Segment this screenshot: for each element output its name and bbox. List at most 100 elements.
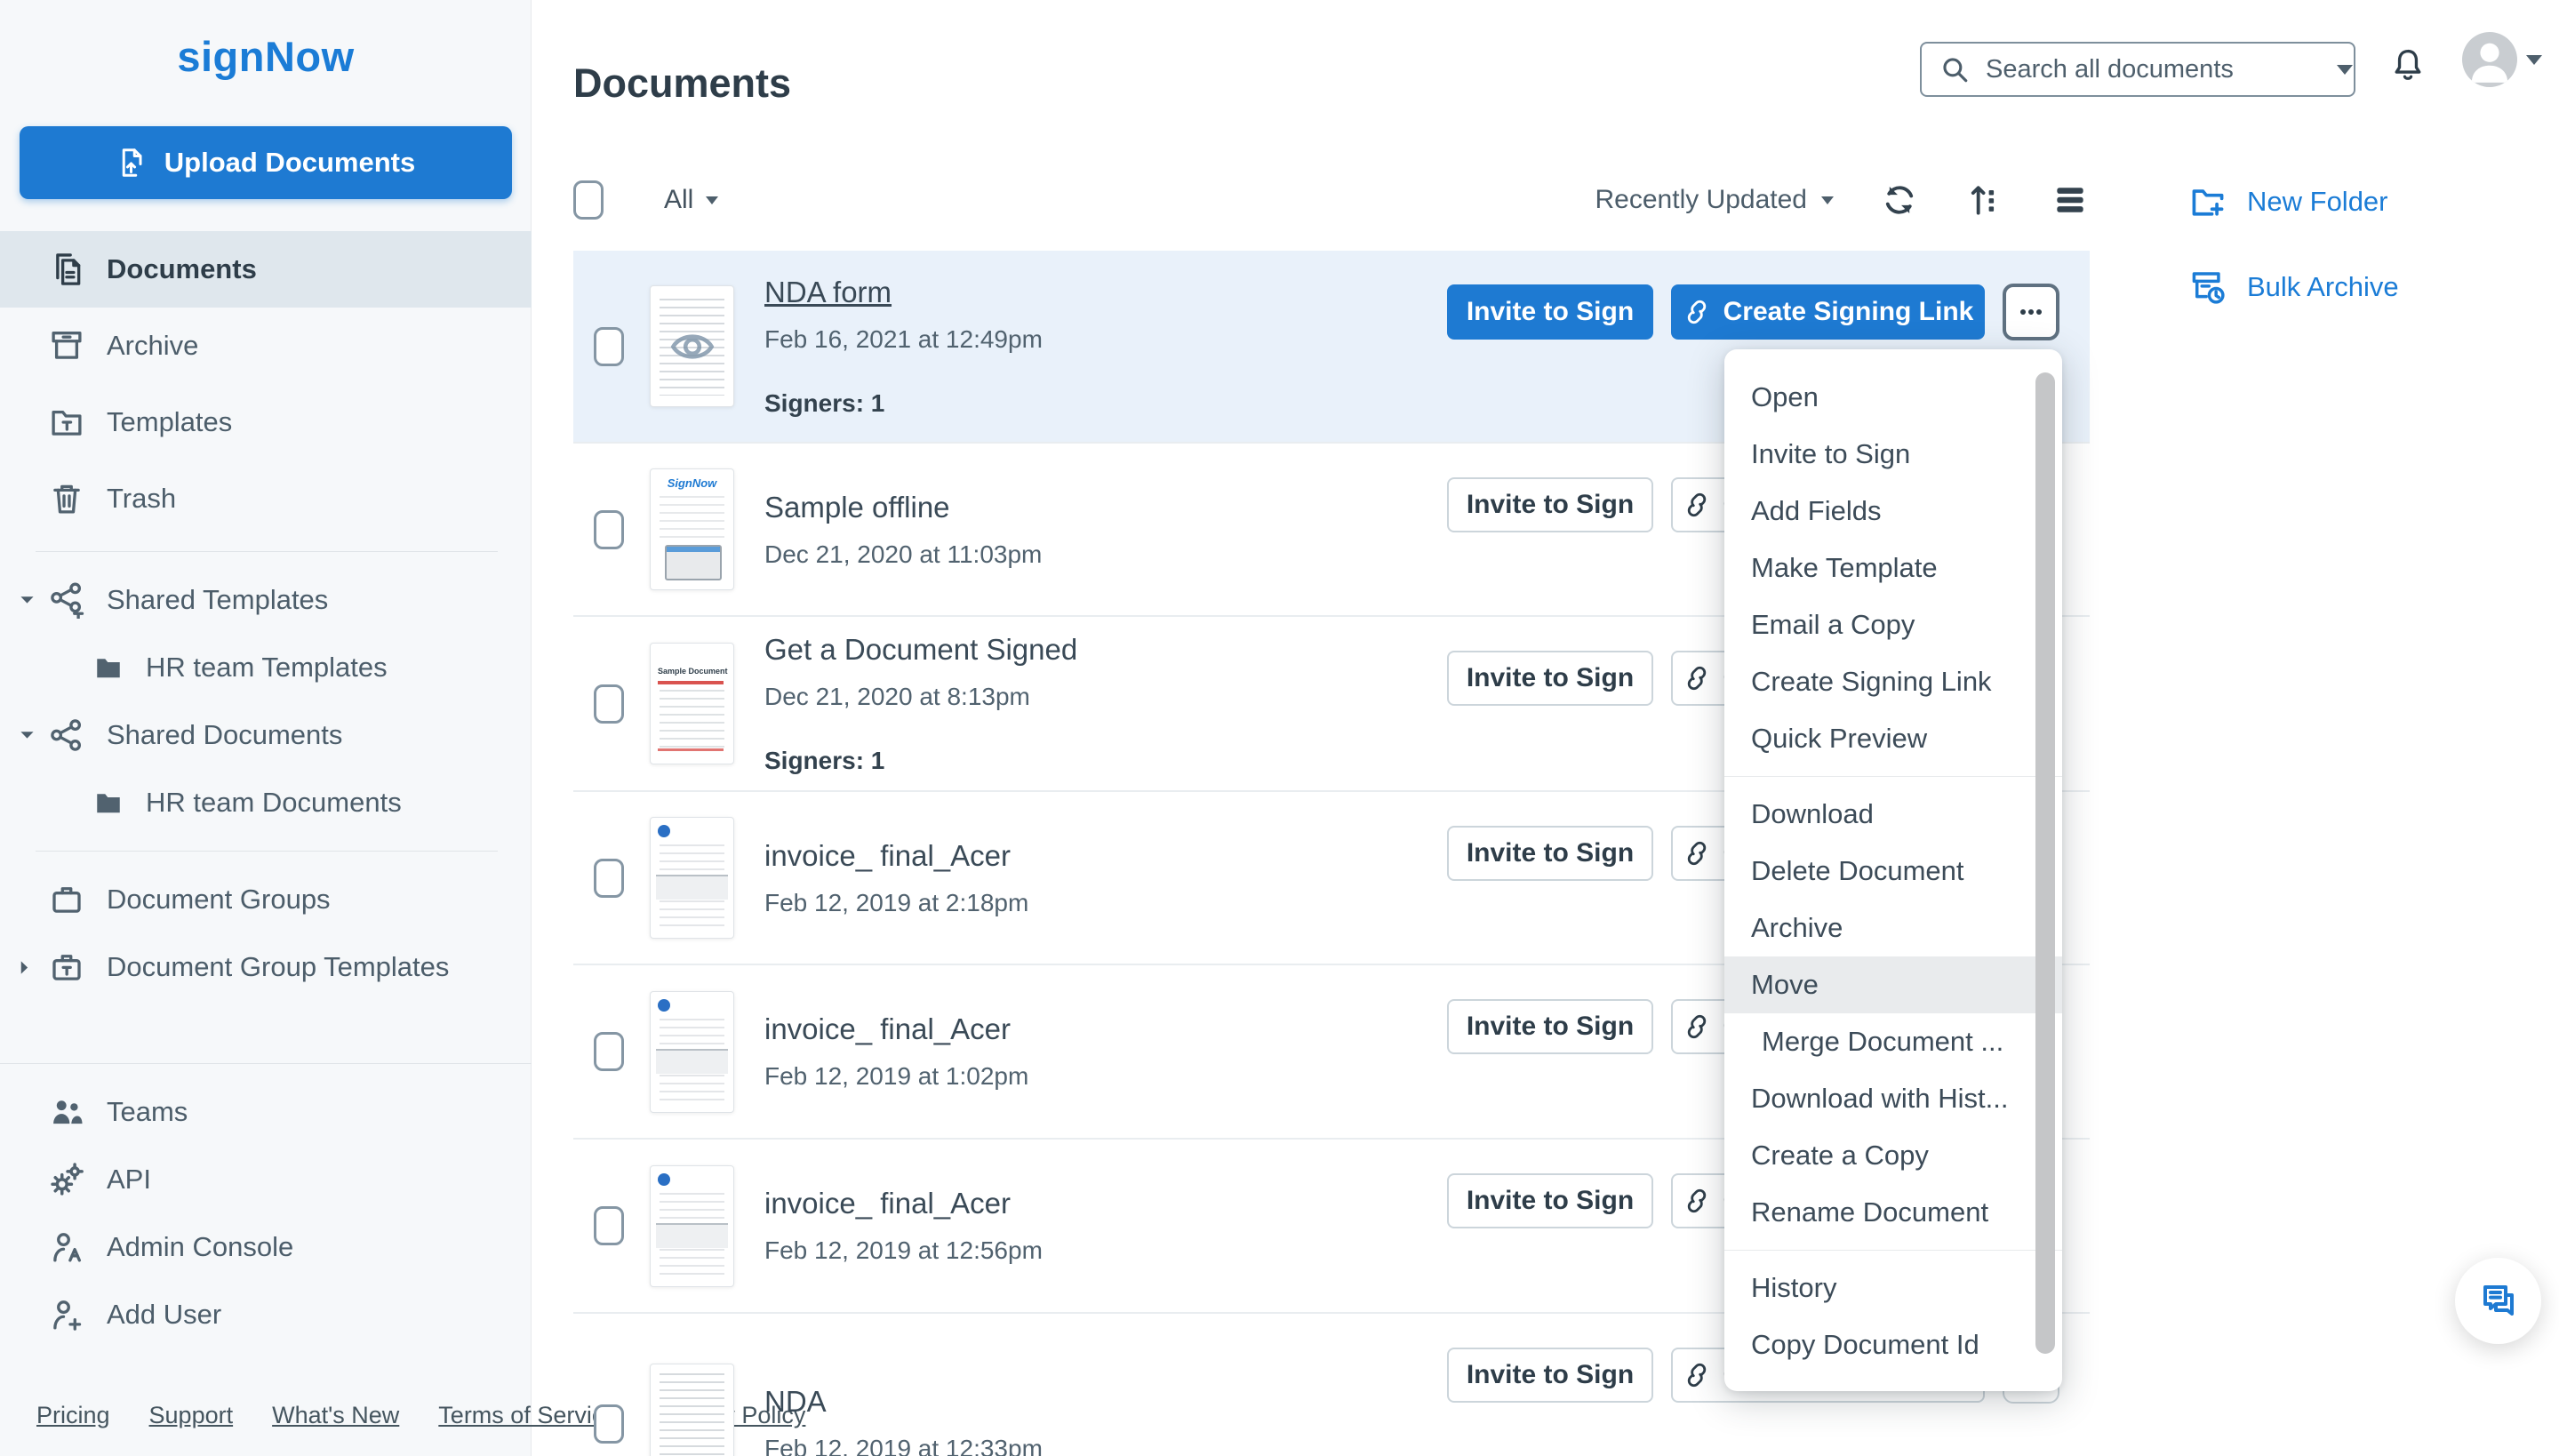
footer-link-support[interactable]: Support [149,1402,234,1428]
new-folder-button[interactable]: New Folder [2188,182,2399,221]
menu-item-open[interactable]: Open [1724,369,2062,426]
menu-item-merge-document-[interactable]: Merge Document ... [1724,1013,2062,1070]
refresh-icon[interactable] [1880,180,1919,220]
caret-right-icon[interactable] [20,960,30,975]
document-info: invoice_ final_Acer Feb 12, 2019 at 1:02… [764,1012,1028,1091]
context-menu-scrollbar[interactable] [2035,372,2055,1354]
more-actions-button[interactable] [2003,284,2059,340]
sidebar-item-label: HR team Templates [146,652,388,684]
invite-to-sign-button[interactable]: Invite to Sign [1447,651,1653,706]
sidebar-item-shared-templates[interactable]: Shared Templates [0,566,532,634]
sidebar-divider [36,851,498,852]
sidebar-item-archive[interactable]: Archive [0,308,532,384]
list-view-icon[interactable] [2051,180,2090,220]
menu-item-rename-document[interactable]: Rename Document [1724,1184,2062,1241]
sidebar-item-hr-team-templates[interactable]: HR team Templates [0,634,532,701]
document-thumbnail[interactable] [650,1364,734,1456]
sidebar-item-add-user[interactable]: Add User [0,1281,532,1348]
document-title-link[interactable]: invoice_ final_Acer [764,839,1011,872]
document-title-link[interactable]: invoice_ final_Acer [764,1187,1011,1220]
upload-documents-button[interactable]: Upload Documents [20,126,512,199]
search-box[interactable] [1920,42,2355,97]
select-all-checkbox[interactable] [573,180,604,220]
sidebar-item-documents[interactable]: Documents [0,231,532,308]
notifications-bell-icon[interactable] [2389,46,2427,84]
caret-down-icon[interactable] [20,595,35,606]
admin-console-icon [48,1228,85,1266]
sidebar-item-document-group-templates[interactable]: Document Group Templates [0,933,532,1001]
document-date: Feb 16, 2021 at 12:49pm [764,325,1043,354]
menu-item-move[interactable]: Move [1724,956,2062,1013]
chat-icon [2477,1280,2520,1323]
menu-item-email-a-copy[interactable]: Email a Copy [1724,596,2062,653]
sidebar-item-shared-documents[interactable]: Shared Documents [0,701,532,769]
menu-item-create-a-copy[interactable]: Create a Copy [1724,1127,2062,1184]
document-info: invoice_ final_Acer Feb 12, 2019 at 12:5… [764,1187,1043,1265]
archive-icon [48,327,85,364]
sort-dropdown[interactable]: Recently Updated [1595,185,1834,215]
sort-order-icon[interactable] [1965,180,2004,220]
document-thumbnail[interactable] [650,1165,734,1287]
document-title-link[interactable]: Get a Document Signed [764,633,1077,666]
menu-item-download-with-hist-[interactable]: Download with Hist... [1724,1070,2062,1127]
footer-link-what-s-new[interactable]: What's New [272,1402,399,1428]
menu-item-archive[interactable]: Archive [1724,900,2062,956]
menu-item-invite-to-sign[interactable]: Invite to Sign [1724,426,2062,483]
bulk-archive-button[interactable]: Bulk Archive [2188,268,2399,307]
invite-to-sign-button[interactable]: Invite to Sign [1447,826,1653,881]
menu-item-copy-document-id[interactable]: Copy Document Id [1724,1316,2062,1373]
document-thumbnail[interactable]: SignNow [650,468,734,590]
sidebar-item-admin-console[interactable]: Admin Console [0,1213,532,1281]
menu-item-download[interactable]: Download [1724,786,2062,843]
invite-to-sign-button[interactable]: Invite to Sign [1447,477,1653,532]
sidebar-item-teams[interactable]: Teams [0,1078,532,1146]
row-checkbox[interactable] [594,684,624,724]
document-thumbnail[interactable] [650,285,734,407]
menu-item-add-fields[interactable]: Add Fields [1724,483,2062,540]
menu-separator [1724,776,2062,777]
menu-item-history[interactable]: History [1724,1260,2062,1316]
invite-to-sign-button[interactable]: Invite to Sign [1447,1348,1653,1403]
filter-dropdown[interactable]: All [664,185,718,215]
invite-to-sign-button[interactable]: Invite to Sign [1447,999,1653,1054]
menu-item-quick-preview[interactable]: Quick Preview [1724,710,2062,767]
sidebar-item-api[interactable]: API [0,1146,532,1213]
sidebar-item-hr-team-documents[interactable]: HR team Documents [0,769,532,836]
document-title-link[interactable]: invoice_ final_Acer [764,1012,1011,1045]
chat-fab-button[interactable] [2455,1258,2541,1344]
row-checkbox[interactable] [594,1206,624,1245]
document-thumbnail[interactable]: Sample Document [650,643,734,764]
document-thumbnail[interactable] [650,991,734,1113]
avatar-caret-icon[interactable] [2526,55,2542,65]
sidebar-item-trash[interactable]: Trash [0,460,532,537]
menu-item-make-template[interactable]: Make Template [1724,540,2062,596]
row-checkbox[interactable] [594,510,624,549]
row-checkbox[interactable] [594,327,624,366]
invite-to-sign-button[interactable]: Invite to Sign [1447,1173,1653,1228]
row-checkbox[interactable] [594,1404,624,1444]
row-checkbox[interactable] [594,1032,624,1071]
search-input[interactable] [1984,54,2323,85]
footer-link-pricing[interactable]: Pricing [36,1402,110,1428]
caret-down-icon[interactable] [20,730,35,741]
document-date: Feb 12, 2019 at 2:18pm [764,889,1028,917]
document-title-link[interactable]: Sample offline [764,491,950,524]
document-title-link[interactable]: NDA form [764,276,892,308]
document-date: Dec 21, 2020 at 8:13pm [764,683,1077,711]
menu-separator [1724,1250,2062,1251]
invite-to-sign-button[interactable]: Invite to Sign [1447,284,1653,340]
menu-item-delete-document[interactable]: Delete Document [1724,843,2062,900]
row-checkbox[interactable] [594,859,624,898]
api-icon [48,1161,85,1198]
list-toolbar: All Recently Updated [573,171,2090,229]
document-title-link[interactable]: NDA [764,1385,827,1418]
shared-documents-icon [48,716,85,754]
search-dropdown-caret-icon[interactable] [2337,65,2353,75]
create-signing-link-button[interactable]: Create Signing Link [1671,284,1985,340]
avatar[interactable] [2462,32,2517,87]
sidebar-item-document-groups[interactable]: Document Groups [0,866,532,933]
sidebar-item-templates[interactable]: Templates [0,384,532,460]
document-thumbnail[interactable] [650,817,734,939]
filter-caret-icon [706,196,718,204]
menu-item-create-signing-link[interactable]: Create Signing Link [1724,653,2062,710]
